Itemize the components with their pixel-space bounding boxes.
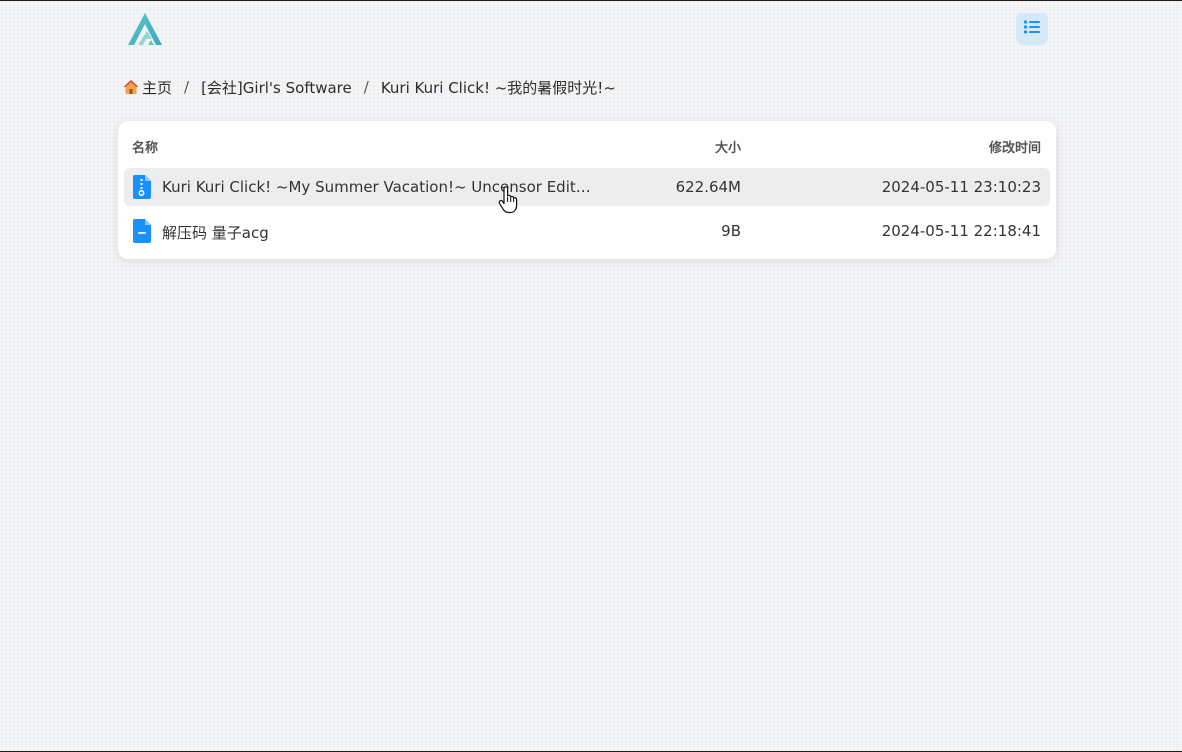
breadcrumb-item-current-folder[interactable]: Kuri Kuri Click! ~我的暑假时光!~ [381, 77, 616, 98]
menu-list-button[interactable] [1016, 13, 1048, 45]
home-icon [122, 78, 140, 96]
file-name: 解压码 量子acg [162, 224, 269, 242]
table-row[interactable]: 解压码 量子acg 9B 2024-05-11 22:18:41 [124, 212, 1050, 250]
logo[interactable] [124, 9, 170, 49]
file-size: 622.64M [675, 178, 741, 196]
file-list-card: 名称 大小 修改时间 Kuri Kuri Click! ~My Summer V… [118, 121, 1056, 259]
file-name: Kuri Kuri Click! ~My Summer Vacation!~ U… [162, 178, 592, 196]
breadcrumb-home-label: 主页 [142, 78, 173, 97]
breadcrumb-separator: / [184, 78, 190, 96]
table-header: 名称 大小 修改时间 [118, 121, 1056, 167]
column-header-modified[interactable]: 修改时间 [989, 137, 1041, 156]
table-row[interactable]: Kuri Kuri Click! ~My Summer Vacation!~ U… [124, 168, 1050, 206]
column-header-size[interactable]: 大小 [715, 137, 741, 156]
file-modified-time: 2024-05-11 23:10:23 [881, 178, 1041, 196]
breadcrumb: 主页 / [会社]Girl's Software / Kuri Kuri Cli… [122, 75, 616, 99]
zip-file-icon [132, 175, 152, 199]
file-modified-time: 2024-05-11 22:18:41 [881, 222, 1041, 240]
breadcrumb-separator: / [363, 78, 369, 96]
file-size: 9B [721, 222, 741, 240]
list-icon [1023, 19, 1041, 39]
text-file-icon [132, 219, 152, 243]
top-bar [0, 1, 1182, 61]
breadcrumb-home[interactable]: 主页 [122, 77, 172, 98]
breadcrumb-item-publisher[interactable]: [会社]Girl's Software [201, 77, 352, 98]
column-header-name[interactable]: 名称 [132, 137, 158, 156]
